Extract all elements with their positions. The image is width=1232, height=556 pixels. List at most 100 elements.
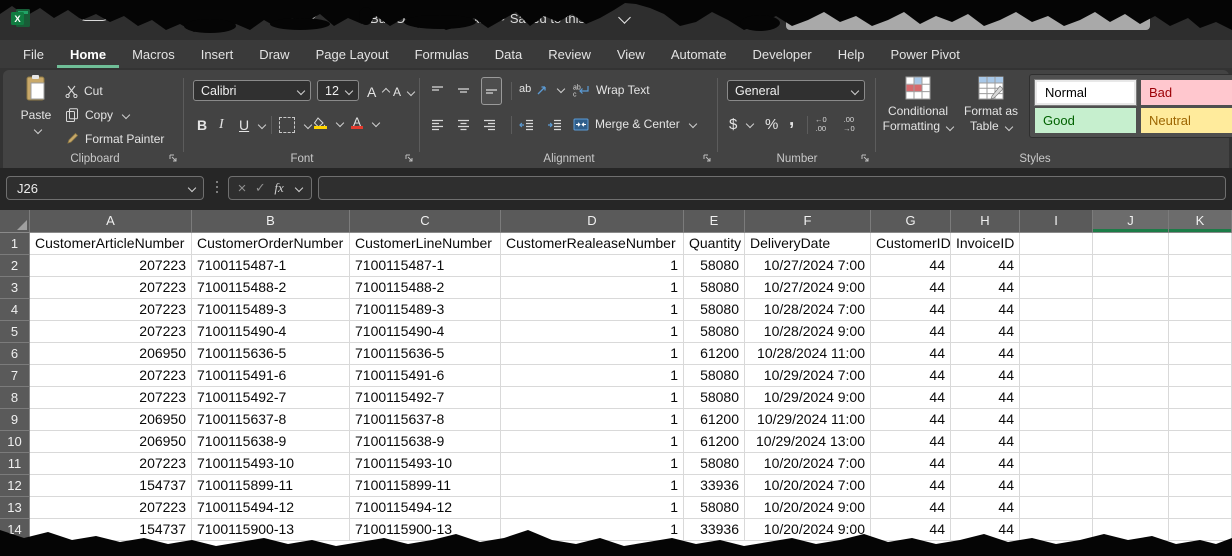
cell-E10[interactable]: 61200 xyxy=(684,431,745,453)
row-header-12[interactable]: 12 xyxy=(0,475,30,497)
cell-C14[interactable]: 7100115900-13 xyxy=(350,519,501,541)
column-header-A[interactable]: A xyxy=(30,210,192,232)
cell-J14[interactable] xyxy=(1093,519,1169,541)
cell-H10[interactable]: 44 xyxy=(951,431,1020,453)
cell-E12[interactable]: 33936 xyxy=(684,475,745,497)
align-middle-button[interactable] xyxy=(457,80,470,102)
cell-K5[interactable] xyxy=(1169,321,1232,343)
wrap-text-button[interactable]: ab c Wrap Text xyxy=(573,79,650,101)
column-header-I[interactable]: I xyxy=(1020,210,1093,232)
cell-K7[interactable] xyxy=(1169,365,1232,387)
cell-B6[interactable]: 7100115636-5 xyxy=(192,343,350,365)
increase-decimal-button[interactable]: ←0.00 xyxy=(815,114,827,136)
cut-button[interactable]: Cut xyxy=(65,80,103,102)
cell-D8[interactable]: 1 xyxy=(501,387,684,409)
cell-D14[interactable]: 1 xyxy=(501,519,684,541)
cell-I6[interactable] xyxy=(1020,343,1093,365)
orientation-button[interactable]: ab xyxy=(519,78,564,100)
row-header-9[interactable]: 9 xyxy=(0,409,30,431)
cell-C13[interactable]: 7100115494-12 xyxy=(350,497,501,519)
cell-J1[interactable] xyxy=(1093,233,1169,255)
tab-help[interactable]: Help xyxy=(825,40,878,68)
cell-I14[interactable] xyxy=(1020,519,1093,541)
italic-button[interactable]: I xyxy=(219,114,224,136)
tab-developer[interactable]: Developer xyxy=(739,40,824,68)
cell-J12[interactable] xyxy=(1093,475,1169,497)
align-right-button[interactable] xyxy=(483,114,496,136)
cell-J13[interactable] xyxy=(1093,497,1169,519)
cell-A6[interactable]: 206950 xyxy=(30,343,192,365)
cell-K4[interactable] xyxy=(1169,299,1232,321)
cell-E5[interactable]: 58080 xyxy=(684,321,745,343)
cell-H11[interactable]: 44 xyxy=(951,453,1020,475)
cell-I9[interactable] xyxy=(1020,409,1093,431)
cell-I2[interactable] xyxy=(1020,255,1093,277)
paste-button[interactable]: Paste xyxy=(15,74,57,152)
tab-file[interactable]: File xyxy=(10,40,57,68)
cell-H1[interactable]: InvoiceID xyxy=(951,233,1020,255)
cell-I11[interactable] xyxy=(1020,453,1093,475)
search-box[interactable] xyxy=(786,8,1150,30)
cell-I1[interactable] xyxy=(1020,233,1093,255)
cell-J3[interactable] xyxy=(1093,277,1169,299)
clipboard-dialog-launcher-icon[interactable] xyxy=(168,153,178,163)
cell-G4[interactable]: 44 xyxy=(871,299,951,321)
cell-D9[interactable]: 1 xyxy=(501,409,684,431)
cell-E6[interactable]: 61200 xyxy=(684,343,745,365)
cell-I7[interactable] xyxy=(1020,365,1093,387)
cell-I3[interactable] xyxy=(1020,277,1093,299)
cell-G8[interactable]: 44 xyxy=(871,387,951,409)
style-good[interactable]: Good xyxy=(1035,108,1136,133)
cell-I8[interactable] xyxy=(1020,387,1093,409)
percent-style-button[interactable]: % xyxy=(765,113,778,135)
cell-E3[interactable]: 58080 xyxy=(684,277,745,299)
cell-A4[interactable]: 207223 xyxy=(30,299,192,321)
cell-C11[interactable]: 7100115493-10 xyxy=(350,453,501,475)
row-header-13[interactable]: 13 xyxy=(0,497,30,519)
cell-A11[interactable]: 207223 xyxy=(30,453,192,475)
cell-I4[interactable] xyxy=(1020,299,1093,321)
cell-B5[interactable]: 7100115490-4 xyxy=(192,321,350,343)
cell-A2[interactable]: 207223 xyxy=(30,255,192,277)
cell-I13[interactable] xyxy=(1020,497,1093,519)
cell-E1[interactable]: Quantity xyxy=(684,233,745,255)
style-neutral[interactable]: Neutral xyxy=(1141,108,1232,133)
column-header-E[interactable]: E xyxy=(684,210,745,232)
tab-power-pivot[interactable]: Power Pivot xyxy=(877,40,972,68)
row-header-11[interactable]: 11 xyxy=(0,453,30,475)
cell-G7[interactable]: 44 xyxy=(871,365,951,387)
column-header-C[interactable]: C xyxy=(350,210,501,232)
cell-B8[interactable]: 7100115492-7 xyxy=(192,387,350,409)
row-header-3[interactable]: 3 xyxy=(0,277,30,299)
column-header-J[interactable]: J xyxy=(1093,210,1169,232)
cell-A8[interactable]: 207223 xyxy=(30,387,192,409)
bold-button[interactable]: B xyxy=(197,114,207,136)
cell-H7[interactable]: 44 xyxy=(951,365,1020,387)
decrease-indent-button[interactable] xyxy=(519,114,534,136)
cell-F6[interactable]: 10/28/2024 11:00 xyxy=(745,343,871,365)
comma-style-button[interactable]: , xyxy=(789,109,794,131)
cell-G5[interactable]: 44 xyxy=(871,321,951,343)
merge-center-button[interactable]: Merge & Center xyxy=(573,113,696,135)
fill-color-button[interactable] xyxy=(313,112,343,134)
row-header-2[interactable]: 2 xyxy=(0,255,30,277)
cell-H12[interactable]: 44 xyxy=(951,475,1020,497)
cell-K11[interactable] xyxy=(1169,453,1232,475)
row-header-1[interactable]: 1 xyxy=(0,233,30,255)
cell-C2[interactable]: 7100115487-1 xyxy=(350,255,501,277)
cancel-icon[interactable]: × xyxy=(238,180,247,197)
cell-F12[interactable]: 10/20/2024 7:00 xyxy=(745,475,871,497)
cell-B14[interactable]: 7100115900-13 xyxy=(192,519,350,541)
cell-B7[interactable]: 7100115491-6 xyxy=(192,365,350,387)
tab-review[interactable]: Review xyxy=(535,40,604,68)
cell-F11[interactable]: 10/20/2024 7:00 xyxy=(745,453,871,475)
cell-I12[interactable] xyxy=(1020,475,1093,497)
accounting-format-button[interactable]: $ xyxy=(729,113,753,135)
align-bottom-button[interactable] xyxy=(481,77,502,105)
shrink-font-button[interactable]: A xyxy=(393,81,414,103)
cell-I5[interactable] xyxy=(1020,321,1093,343)
cell-J6[interactable] xyxy=(1093,343,1169,365)
cell-F4[interactable]: 10/28/2024 7:00 xyxy=(745,299,871,321)
cell-C1[interactable]: CustomerLineNumber xyxy=(350,233,501,255)
cell-A10[interactable]: 206950 xyxy=(30,431,192,453)
